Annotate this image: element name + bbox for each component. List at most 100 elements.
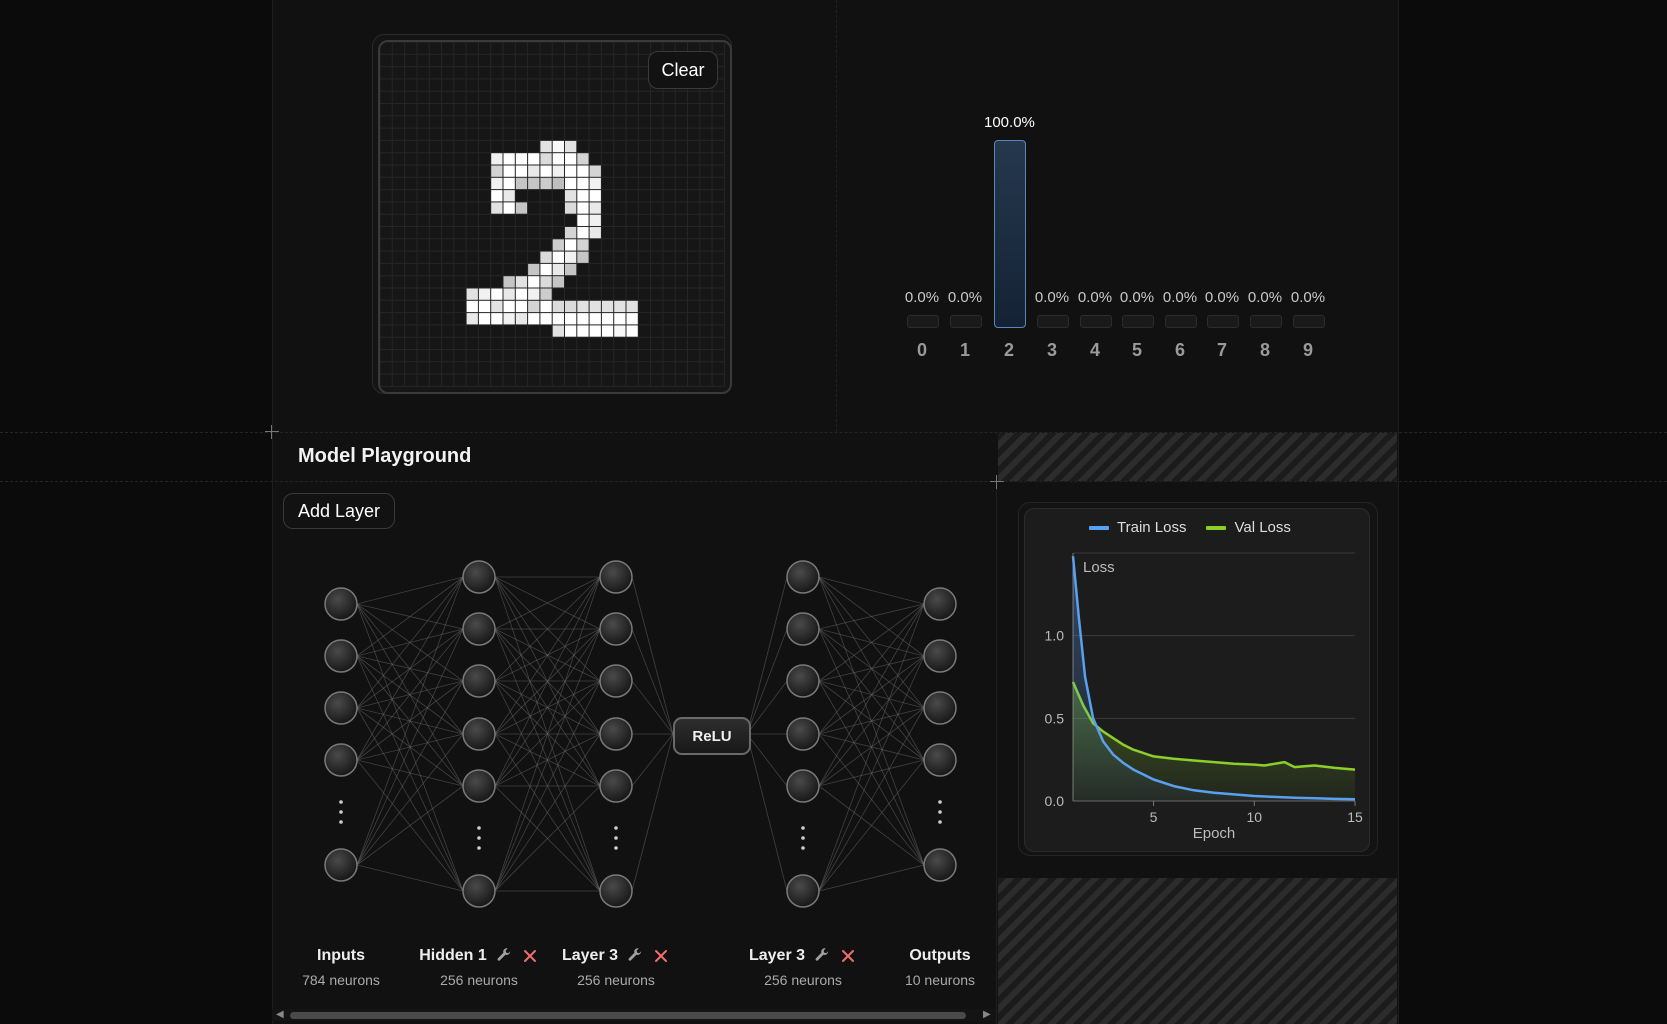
scroll-left-icon[interactable]: ◀: [276, 1009, 284, 1020]
canvas-pixel[interactable]: [515, 276, 528, 288]
canvas-pixel[interactable]: [466, 288, 478, 300]
canvas-pixel[interactable]: [577, 239, 589, 251]
canvas-pixel[interactable]: [601, 300, 614, 313]
canvas-pixel[interactable]: [589, 325, 601, 337]
canvas-pixel[interactable]: [503, 177, 515, 190]
drawing-canvas-grid[interactable]: [380, 42, 730, 392]
canvas-pixel[interactable]: [565, 263, 577, 276]
canvas-pixel[interactable]: [589, 313, 601, 325]
activation-node[interactable]: ReLU: [673, 717, 751, 755]
canvas-pixel[interactable]: [528, 288, 540, 300]
canvas-pixel[interactable]: [577, 202, 589, 214]
canvas-pixel[interactable]: [614, 300, 626, 313]
canvas-pixel[interactable]: [577, 227, 589, 239]
canvas-pixel[interactable]: [577, 325, 589, 337]
canvas-pixel[interactable]: [552, 140, 564, 153]
canvas-pixel[interactable]: [503, 153, 515, 165]
canvas-pixel[interactable]: [515, 288, 528, 300]
canvas-pixel[interactable]: [466, 300, 478, 313]
canvas-pixel[interactable]: [589, 202, 601, 214]
canvas-pixel[interactable]: [565, 140, 577, 153]
drawing-canvas[interactable]: [378, 40, 732, 394]
canvas-pixel[interactable]: [577, 177, 589, 190]
canvas-pixel[interactable]: [626, 300, 638, 313]
canvas-pixel[interactable]: [589, 214, 601, 226]
canvas-pixel[interactable]: [565, 325, 577, 337]
canvas-pixel[interactable]: [565, 239, 577, 251]
canvas-pixel[interactable]: [478, 300, 491, 313]
canvas-pixel[interactable]: [515, 202, 528, 214]
wrench-icon[interactable]: [813, 947, 831, 965]
canvas-pixel[interactable]: [589, 300, 601, 313]
canvas-pixel[interactable]: [528, 177, 540, 190]
canvas-pixel[interactable]: [552, 153, 564, 165]
canvas-pixel[interactable]: [565, 313, 577, 325]
scroll-right-icon[interactable]: ▶: [983, 1009, 991, 1020]
canvas-pixel[interactable]: [577, 300, 589, 313]
canvas-pixel[interactable]: [515, 313, 528, 325]
canvas-pixel[interactable]: [565, 251, 577, 263]
canvas-pixel[interactable]: [565, 153, 577, 165]
canvas-pixel[interactable]: [589, 165, 601, 177]
canvas-pixel[interactable]: [565, 227, 577, 239]
canvas-pixel[interactable]: [503, 313, 515, 325]
canvas-pixel[interactable]: [577, 251, 589, 263]
canvas-pixel[interactable]: [540, 140, 552, 153]
canvas-pixel[interactable]: [503, 276, 515, 288]
canvas-pixel[interactable]: [577, 214, 589, 226]
canvas-pixel[interactable]: [565, 300, 577, 313]
canvas-pixel[interactable]: [503, 202, 515, 214]
canvas-pixel[interactable]: [626, 325, 638, 337]
clear-button[interactable]: Clear: [648, 51, 718, 89]
canvas-pixel[interactable]: [491, 313, 503, 325]
canvas-pixel[interactable]: [565, 190, 577, 202]
canvas-pixel[interactable]: [552, 300, 564, 313]
canvas-pixel[interactable]: [540, 251, 552, 263]
canvas-pixel[interactable]: [614, 325, 626, 337]
canvas-pixel[interactable]: [552, 276, 564, 288]
canvas-pixel[interactable]: [552, 177, 564, 190]
canvas-pixel[interactable]: [626, 313, 638, 325]
canvas-pixel[interactable]: [540, 263, 552, 276]
canvas-pixel[interactable]: [540, 276, 552, 288]
canvas-pixel[interactable]: [540, 153, 552, 165]
canvas-pixel[interactable]: [528, 263, 540, 276]
canvas-pixel[interactable]: [491, 177, 503, 190]
canvas-pixel[interactable]: [565, 165, 577, 177]
canvas-pixel[interactable]: [601, 313, 614, 325]
canvas-pixel[interactable]: [491, 153, 503, 165]
canvas-pixel[interactable]: [491, 300, 503, 313]
canvas-pixel[interactable]: [552, 251, 564, 263]
wrench-icon[interactable]: [626, 947, 644, 965]
canvas-pixel[interactable]: [503, 300, 515, 313]
canvas-pixel[interactable]: [565, 177, 577, 190]
canvas-pixel[interactable]: [491, 165, 503, 177]
add-layer-button[interactable]: Add Layer: [283, 493, 395, 529]
canvas-pixel[interactable]: [503, 165, 515, 177]
canvas-pixel[interactable]: [491, 190, 503, 202]
canvas-pixel[interactable]: [491, 202, 503, 214]
canvas-pixel[interactable]: [540, 300, 552, 313]
canvas-pixel[interactable]: [515, 153, 528, 165]
canvas-pixel[interactable]: [589, 227, 601, 239]
canvas-pixel[interactable]: [552, 313, 564, 325]
canvas-pixel[interactable]: [466, 313, 478, 325]
canvas-pixel[interactable]: [528, 313, 540, 325]
canvas-pixel[interactable]: [540, 313, 552, 325]
close-icon[interactable]: [652, 947, 670, 965]
canvas-pixel[interactable]: [577, 313, 589, 325]
canvas-pixel[interactable]: [528, 165, 540, 177]
canvas-pixel[interactable]: [478, 288, 491, 300]
canvas-pixel[interactable]: [515, 165, 528, 177]
canvas-pixel[interactable]: [528, 276, 540, 288]
canvas-pixel[interactable]: [528, 153, 540, 165]
canvas-pixel[interactable]: [552, 165, 564, 177]
canvas-pixel[interactable]: [515, 300, 528, 313]
canvas-pixel[interactable]: [552, 263, 564, 276]
canvas-pixel[interactable]: [540, 177, 552, 190]
canvas-pixel[interactable]: [540, 165, 552, 177]
canvas-pixel[interactable]: [601, 325, 614, 337]
canvas-pixel[interactable]: [589, 177, 601, 190]
canvas-pixel[interactable]: [577, 153, 589, 165]
canvas-pixel[interactable]: [614, 313, 626, 325]
